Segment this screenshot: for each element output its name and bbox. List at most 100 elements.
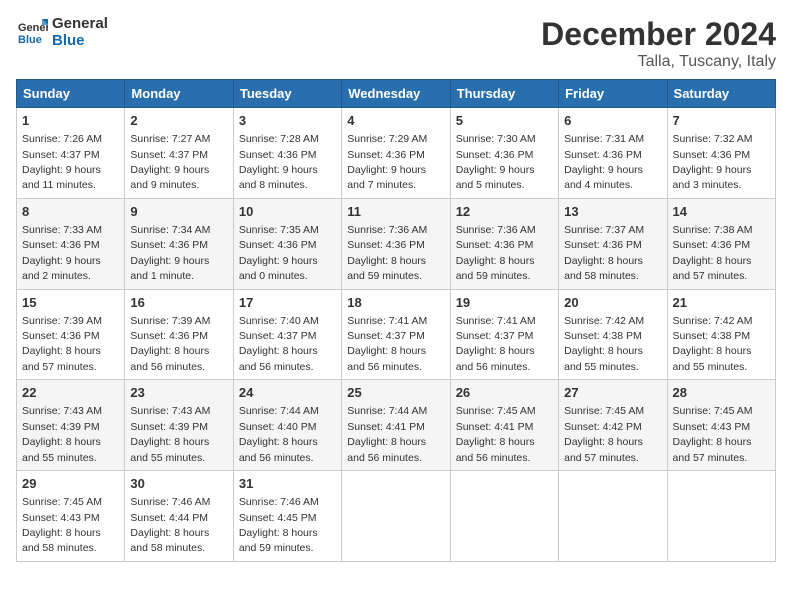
week-row-1: 1Sunrise: 7:26 AMSunset: 4:37 PMDaylight…	[17, 108, 776, 199]
day-number: 23	[130, 384, 227, 402]
logo-general: General	[52, 16, 108, 33]
day-cell-18: 18Sunrise: 7:41 AMSunset: 4:37 PMDayligh…	[342, 289, 450, 380]
day-number: 30	[130, 475, 227, 493]
location: Talla, Tuscany, Italy	[541, 53, 776, 71]
day-info: Sunrise: 7:45 AMSunset: 4:42 PMDaylight:…	[564, 405, 644, 463]
day-cell-10: 10 Sunrise: 7:35 AMSunset: 4:36 PMDayligh…	[233, 198, 341, 289]
empty-cell	[667, 471, 775, 562]
day-info: Sunrise: 7:43 AMSunset: 4:39 PMDaylight:…	[22, 405, 102, 463]
header-friday: Friday	[559, 80, 667, 108]
day-cell-4: 4 Sunrise: 7:29 AMSunset: 4:36 PMDaylight…	[342, 108, 450, 199]
header-thursday: Thursday	[450, 80, 558, 108]
week-row-4: 22Sunrise: 7:43 AMSunset: 4:39 PMDayligh…	[17, 380, 776, 471]
logo-blue: Blue	[52, 33, 108, 50]
day-cell-1: 1Sunrise: 7:26 AMSunset: 4:37 PMDaylight…	[17, 108, 125, 199]
header-saturday: Saturday	[667, 80, 775, 108]
day-cell-28: 28Sunrise: 7:45 AMSunset: 4:43 PMDayligh…	[667, 380, 775, 471]
day-info: Sunrise: 7:30 AMSunset: 4:36 PMDaylight:…	[456, 133, 536, 191]
title-area: December 2024 Talla, Tuscany, Italy	[541, 16, 776, 71]
day-number: 18	[347, 294, 444, 312]
day-info: Sunrise: 7:27 AMSunset: 4:37 PMDaylight:…	[130, 133, 210, 191]
day-cell-31: 31 Sunrise: 7:46 AMSunset: 4:45 PMDayligh…	[233, 471, 341, 562]
day-info: Sunrise: 7:36 AMSunset: 4:36 PMDaylight:…	[347, 224, 427, 282]
day-number: 27	[564, 384, 661, 402]
day-number: 2	[130, 112, 227, 130]
svg-text:Blue: Blue	[18, 34, 42, 46]
day-number: 31	[239, 475, 336, 493]
day-number: 10	[239, 203, 336, 221]
day-number: 14	[673, 203, 770, 221]
day-cell-2: 2 Sunrise: 7:27 AMSunset: 4:37 PMDaylight…	[125, 108, 233, 199]
day-info: Sunrise: 7:41 AMSunset: 4:37 PMDaylight:…	[456, 315, 536, 373]
day-cell-27: 27 Sunrise: 7:45 AMSunset: 4:42 PMDayligh…	[559, 380, 667, 471]
day-number: 21	[673, 294, 770, 312]
weekday-header-row: Sunday Monday Tuesday Wednesday Thursday…	[17, 80, 776, 108]
day-info: Sunrise: 7:42 AMSunset: 4:38 PMDaylight:…	[673, 315, 753, 373]
day-cell-26: 26 Sunrise: 7:45 AMSunset: 4:41 PMDayligh…	[450, 380, 558, 471]
week-row-5: 29 Sunrise: 7:45 AMSunset: 4:43 PMDayligh…	[17, 471, 776, 562]
logo: General Blue General Blue	[16, 16, 108, 49]
day-number: 1	[22, 112, 119, 130]
day-info: Sunrise: 7:37 AMSunset: 4:36 PMDaylight:…	[564, 224, 644, 282]
page-header: General Blue General Blue December 2024 …	[16, 16, 776, 71]
empty-cell	[342, 471, 450, 562]
day-cell-6: 6Sunrise: 7:31 AMSunset: 4:36 PMDaylight…	[559, 108, 667, 199]
header-sunday: Sunday	[17, 80, 125, 108]
day-cell-8: 8Sunrise: 7:33 AMSunset: 4:36 PMDaylight…	[17, 198, 125, 289]
day-number: 6	[564, 112, 661, 130]
day-info: Sunrise: 7:38 AMSunset: 4:36 PMDaylight:…	[673, 224, 753, 282]
day-number: 13	[564, 203, 661, 221]
day-cell-25: 25Sunrise: 7:44 AMSunset: 4:41 PMDayligh…	[342, 380, 450, 471]
day-cell-30: 30 Sunrise: 7:46 AMSunset: 4:44 PMDayligh…	[125, 471, 233, 562]
day-cell-17: 17 Sunrise: 7:40 AMSunset: 4:37 PMDayligh…	[233, 289, 341, 380]
day-number: 25	[347, 384, 444, 402]
day-info: Sunrise: 7:29 AMSunset: 4:36 PMDaylight:…	[347, 133, 427, 191]
day-number: 28	[673, 384, 770, 402]
day-info: Sunrise: 7:46 AMSunset: 4:45 PMDaylight:…	[239, 496, 319, 554]
day-info: Sunrise: 7:45 AMSunset: 4:41 PMDaylight:…	[456, 405, 536, 463]
day-info: Sunrise: 7:45 AMSunset: 4:43 PMDaylight:…	[22, 496, 102, 554]
day-number: 20	[564, 294, 661, 312]
day-cell-20: 20 Sunrise: 7:42 AMSunset: 4:38 PMDayligh…	[559, 289, 667, 380]
day-info: Sunrise: 7:39 AMSunset: 4:36 PMDaylight:…	[130, 315, 210, 373]
day-number: 17	[239, 294, 336, 312]
header-wednesday: Wednesday	[342, 80, 450, 108]
day-cell-15: 15 Sunrise: 7:39 AMSunset: 4:36 PMDayligh…	[17, 289, 125, 380]
empty-cell	[559, 471, 667, 562]
day-number: 5	[456, 112, 553, 130]
day-number: 16	[130, 294, 227, 312]
day-number: 11	[347, 203, 444, 221]
day-number: 26	[456, 384, 553, 402]
day-number: 8	[22, 203, 119, 221]
day-number: 7	[673, 112, 770, 130]
day-info: Sunrise: 7:42 AMSunset: 4:38 PMDaylight:…	[564, 315, 644, 373]
day-number: 4	[347, 112, 444, 130]
day-number: 15	[22, 294, 119, 312]
day-cell-22: 22Sunrise: 7:43 AMSunset: 4:39 PMDayligh…	[17, 380, 125, 471]
day-cell-14: 14 Sunrise: 7:38 AMSunset: 4:36 PMDayligh…	[667, 198, 775, 289]
month-title: December 2024	[541, 16, 776, 53]
day-cell-21: 21 Sunrise: 7:42 AMSunset: 4:38 PMDayligh…	[667, 289, 775, 380]
day-cell-13: 13 Sunrise: 7:37 AMSunset: 4:36 PMDayligh…	[559, 198, 667, 289]
week-row-2: 8Sunrise: 7:33 AMSunset: 4:36 PMDaylight…	[17, 198, 776, 289]
header-tuesday: Tuesday	[233, 80, 341, 108]
day-number: 29	[22, 475, 119, 493]
day-info: Sunrise: 7:34 AMSunset: 4:36 PMDaylight:…	[130, 224, 210, 282]
calendar-table: Sunday Monday Tuesday Wednesday Thursday…	[16, 79, 776, 562]
day-cell-9: 9 Sunrise: 7:34 AMSunset: 4:36 PMDaylight…	[125, 198, 233, 289]
day-cell-11: 11 Sunrise: 7:36 AMSunset: 4:36 PMDayligh…	[342, 198, 450, 289]
day-info: Sunrise: 7:46 AMSunset: 4:44 PMDaylight:…	[130, 496, 210, 554]
day-info: Sunrise: 7:44 AMSunset: 4:40 PMDaylight:…	[239, 405, 319, 463]
day-cell-16: 16 Sunrise: 7:39 AMSunset: 4:36 PMDayligh…	[125, 289, 233, 380]
day-cell-23: 23Sunrise: 7:43 AMSunset: 4:39 PMDayligh…	[125, 380, 233, 471]
day-number: 9	[130, 203, 227, 221]
day-cell-24: 24 Sunrise: 7:44 AMSunset: 4:40 PMDayligh…	[233, 380, 341, 471]
day-cell-7: 7Sunrise: 7:32 AMSunset: 4:36 PMDaylight…	[667, 108, 775, 199]
day-number: 3	[239, 112, 336, 130]
day-info: Sunrise: 7:39 AMSunset: 4:36 PMDaylight:…	[22, 315, 102, 373]
header-monday: Monday	[125, 80, 233, 108]
day-number: 24	[239, 384, 336, 402]
day-info: Sunrise: 7:40 AMSunset: 4:37 PMDaylight:…	[239, 315, 319, 373]
day-info: Sunrise: 7:35 AMSunset: 4:36 PMDaylight:…	[239, 224, 319, 282]
logo-icon: General Blue	[16, 17, 48, 49]
